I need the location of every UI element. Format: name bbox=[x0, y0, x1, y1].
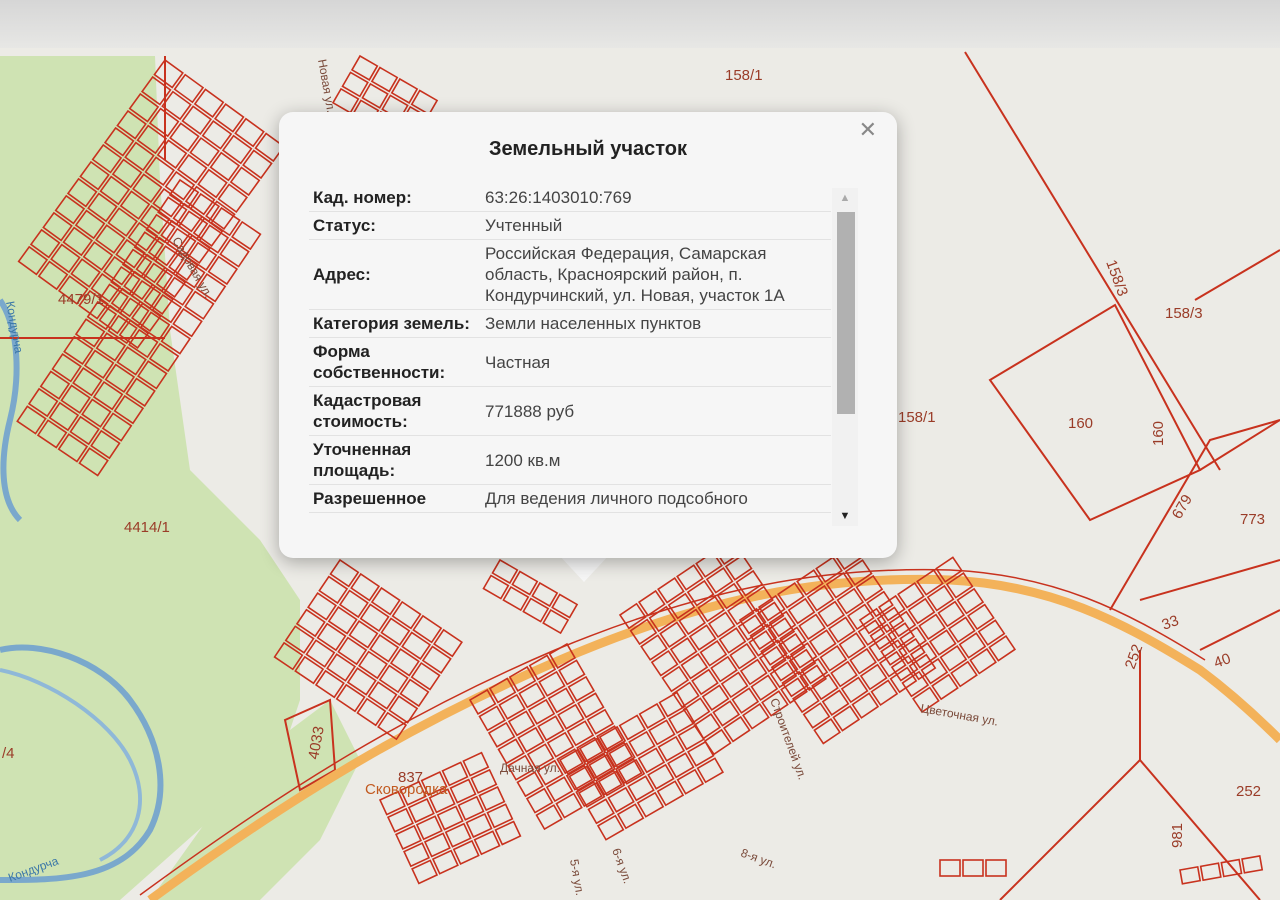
attr-key: Категория земель: bbox=[313, 314, 470, 333]
close-icon[interactable]: ✕ bbox=[859, 118, 877, 142]
browser-top-strip bbox=[0, 0, 1280, 48]
parcel-number-label: /4 bbox=[2, 745, 15, 762]
scroll-up-icon[interactable]: ▲ bbox=[832, 188, 858, 208]
scroll-down-icon[interactable]: ▼ bbox=[832, 506, 858, 526]
parcel-number-label: 160 bbox=[1150, 421, 1167, 446]
parcel-number-label: 4479/1 bbox=[58, 291, 104, 308]
parcel-number-label: 160 bbox=[1068, 415, 1093, 432]
attr-key: Форма собственности: bbox=[313, 342, 446, 382]
attr-value: Для ведения личного подсобного bbox=[485, 489, 748, 508]
attr-key: Уточненная площадь: bbox=[313, 440, 412, 480]
attr-row-ownership: Форма собственности: Частная bbox=[309, 338, 831, 387]
attribute-table[interactable]: Кад. номер: 63:26:1403010:769 Статус: Уч… bbox=[309, 184, 831, 530]
attr-key: Разрешенное bbox=[313, 489, 427, 508]
attr-key: Кадастровая стоимость: bbox=[313, 391, 422, 431]
attr-value: Российская Федерация, Самарская область,… bbox=[485, 244, 785, 305]
attr-row-cadastral-value: Кадастровая стоимость: 771888 руб bbox=[309, 387, 831, 436]
attr-row-area: Уточненная площадь: 1200 кв.м bbox=[309, 436, 831, 485]
scrollbar-thumb[interactable] bbox=[837, 212, 855, 414]
land-plot-popup: Земельный участок ✕ Кад. номер: 63:26:14… bbox=[279, 112, 897, 558]
attr-value: 771888 руб bbox=[485, 401, 575, 421]
parcel-number-label: 4414/1 bbox=[124, 519, 170, 536]
attr-key: Адрес: bbox=[313, 265, 371, 284]
parcel-number-label: 158/1 bbox=[725, 67, 763, 84]
attr-row-land-category: Категория земель: Земли населенных пункт… bbox=[309, 310, 831, 338]
parcel-number-label: 981 bbox=[1169, 823, 1186, 848]
attr-key: Кад. номер: bbox=[313, 188, 412, 207]
attr-value: Учтенный bbox=[485, 216, 563, 235]
parcel-number-label: 252 bbox=[1236, 783, 1261, 800]
parcel-number-label: 158/1 bbox=[898, 409, 936, 426]
attr-row-cadastral-number: Кад. номер: 63:26:1403010:769 bbox=[309, 184, 831, 212]
popup-title: Земельный участок bbox=[488, 138, 688, 160]
attr-value: Земли населенных пунктов bbox=[485, 314, 702, 333]
attr-value: Частная bbox=[485, 352, 551, 372]
village-label: Сковородка bbox=[365, 781, 448, 798]
popup-pointer bbox=[558, 554, 610, 582]
parcel-number-label: 773 bbox=[1240, 511, 1265, 528]
attr-value: 63:26:1403010:769 bbox=[485, 188, 632, 207]
attr-key: Статус: bbox=[313, 216, 376, 235]
street-name-label: Дачная ул. bbox=[500, 761, 560, 775]
attr-row-permitted-use: Разрешенное Для ведения личного подсобно… bbox=[309, 485, 831, 513]
attr-row-status: Статус: Учтенный bbox=[309, 212, 831, 240]
parcel-number-label: 158/3 bbox=[1165, 305, 1203, 322]
attr-row-address: Адрес: Российская Федерация, Самарская о… bbox=[309, 240, 831, 310]
attr-value: 1200 кв.м bbox=[485, 450, 561, 470]
popup-scrollbar[interactable]: ▲ ▼ bbox=[832, 188, 858, 526]
